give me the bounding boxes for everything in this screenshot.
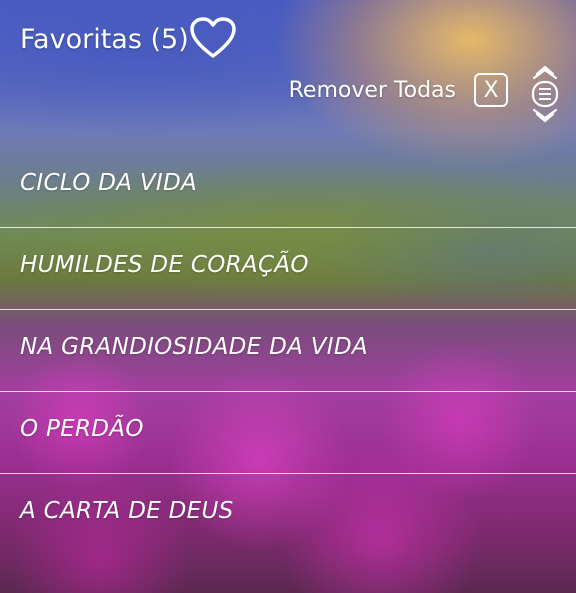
- heart-icon: [189, 16, 237, 60]
- list-item[interactable]: CICLO DA VIDA: [0, 146, 576, 228]
- page-title: Favoritas (5): [20, 17, 237, 60]
- page-title-text: Favoritas (5): [20, 24, 189, 55]
- list-item[interactable]: A CARTA DE DEUS: [0, 474, 576, 556]
- remove-all-button[interactable]: X: [474, 73, 508, 107]
- list-item[interactable]: NA GRANDIOSIDADE DA VIDA: [0, 310, 576, 392]
- list-item[interactable]: HUMILDES DE CORAÇÃO: [0, 228, 576, 310]
- toolbar: Remover Todas X: [289, 65, 560, 123]
- remove-all-label[interactable]: Remover Todas: [289, 78, 456, 103]
- favorites-list: CICLO DA VIDA HUMILDES DE CORAÇÃO NA GRA…: [0, 146, 576, 556]
- list-item[interactable]: O PERDÃO: [0, 392, 576, 474]
- remove-all-button-label: X: [483, 77, 499, 103]
- reorder-icon[interactable]: [530, 64, 560, 124]
